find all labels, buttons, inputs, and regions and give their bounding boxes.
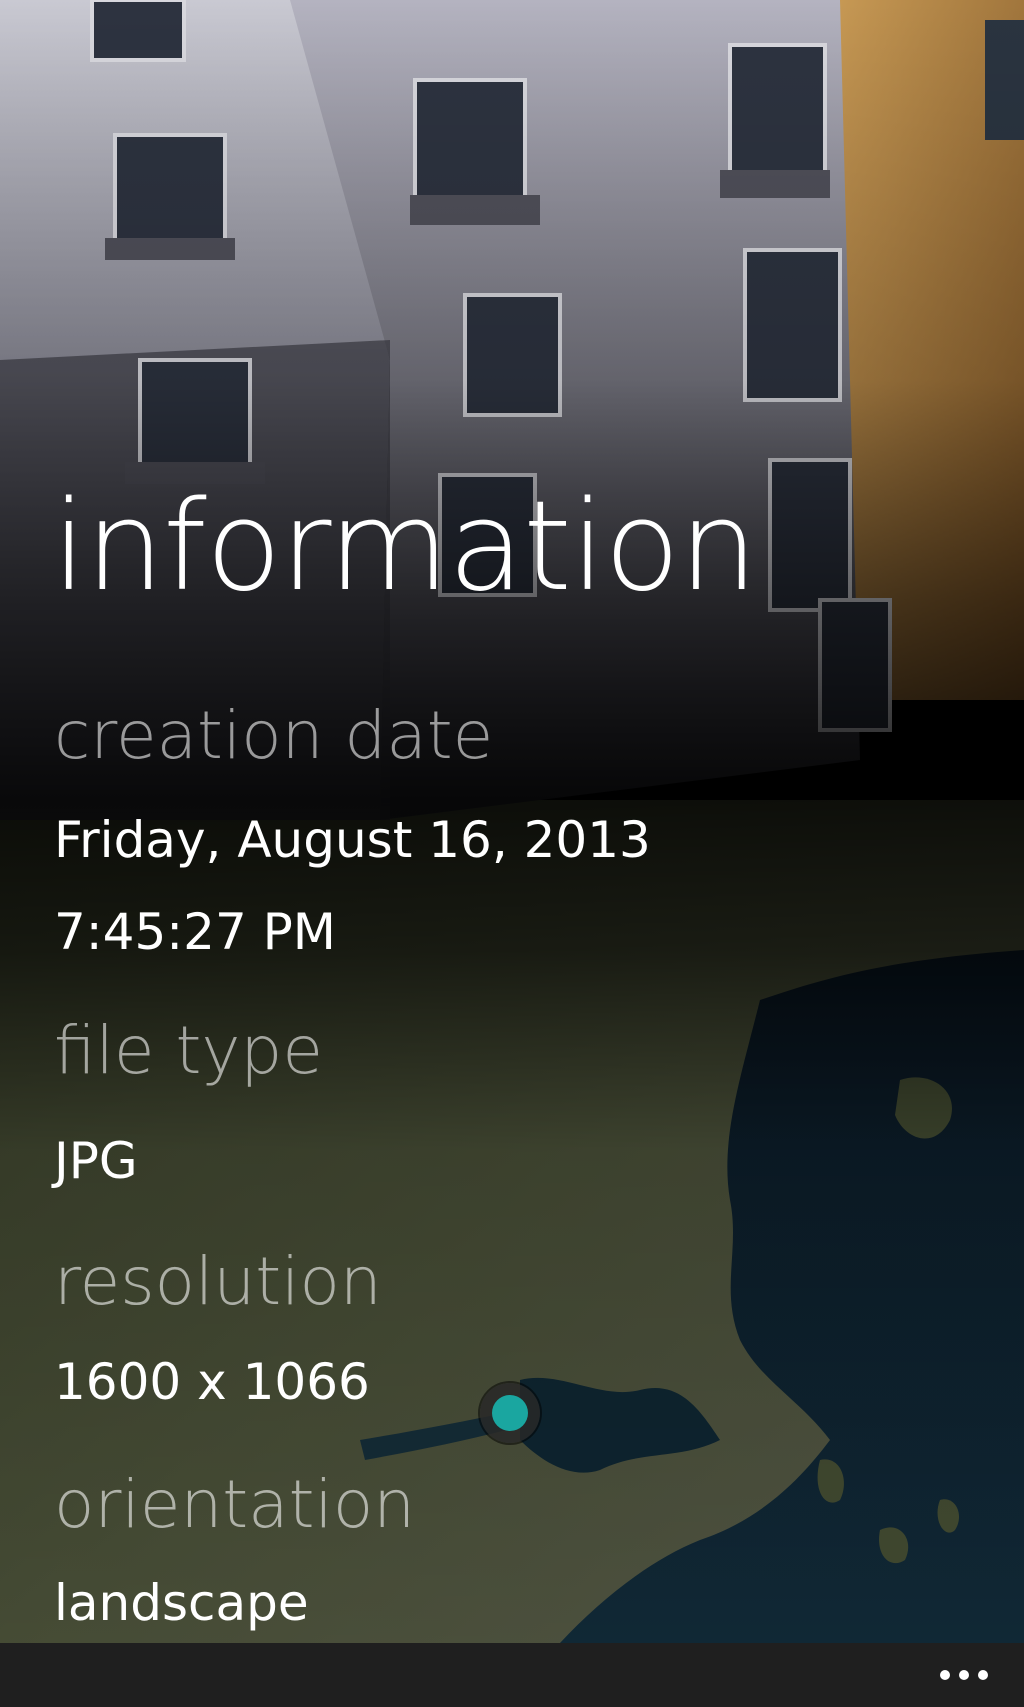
file-type-label: file type — [54, 1012, 323, 1089]
ellipsis-dot — [978, 1670, 988, 1680]
info-panel: information creation date Friday, August… — [0, 0, 1024, 1643]
orientation-label: orientation — [54, 1466, 416, 1543]
creation-date-label: creation date — [54, 697, 494, 774]
photo-info-screen: information creation date Friday, August… — [0, 0, 1024, 1707]
creation-time-value: 7:45:27 PM — [54, 903, 336, 961]
ellipsis-dot — [940, 1670, 950, 1680]
resolution-label: resolution — [54, 1243, 382, 1320]
resolution-value: 1600 x 1066 — [54, 1353, 370, 1411]
orientation-value: landscape — [54, 1574, 309, 1632]
ellipsis-icon[interactable] — [924, 1655, 1004, 1695]
app-bar — [0, 1643, 1024, 1707]
creation-date-value: Friday, August 16, 2013 — [54, 811, 651, 869]
ellipsis-dot — [959, 1670, 969, 1680]
file-type-value: JPG — [54, 1132, 138, 1190]
page-title: information — [52, 475, 758, 619]
